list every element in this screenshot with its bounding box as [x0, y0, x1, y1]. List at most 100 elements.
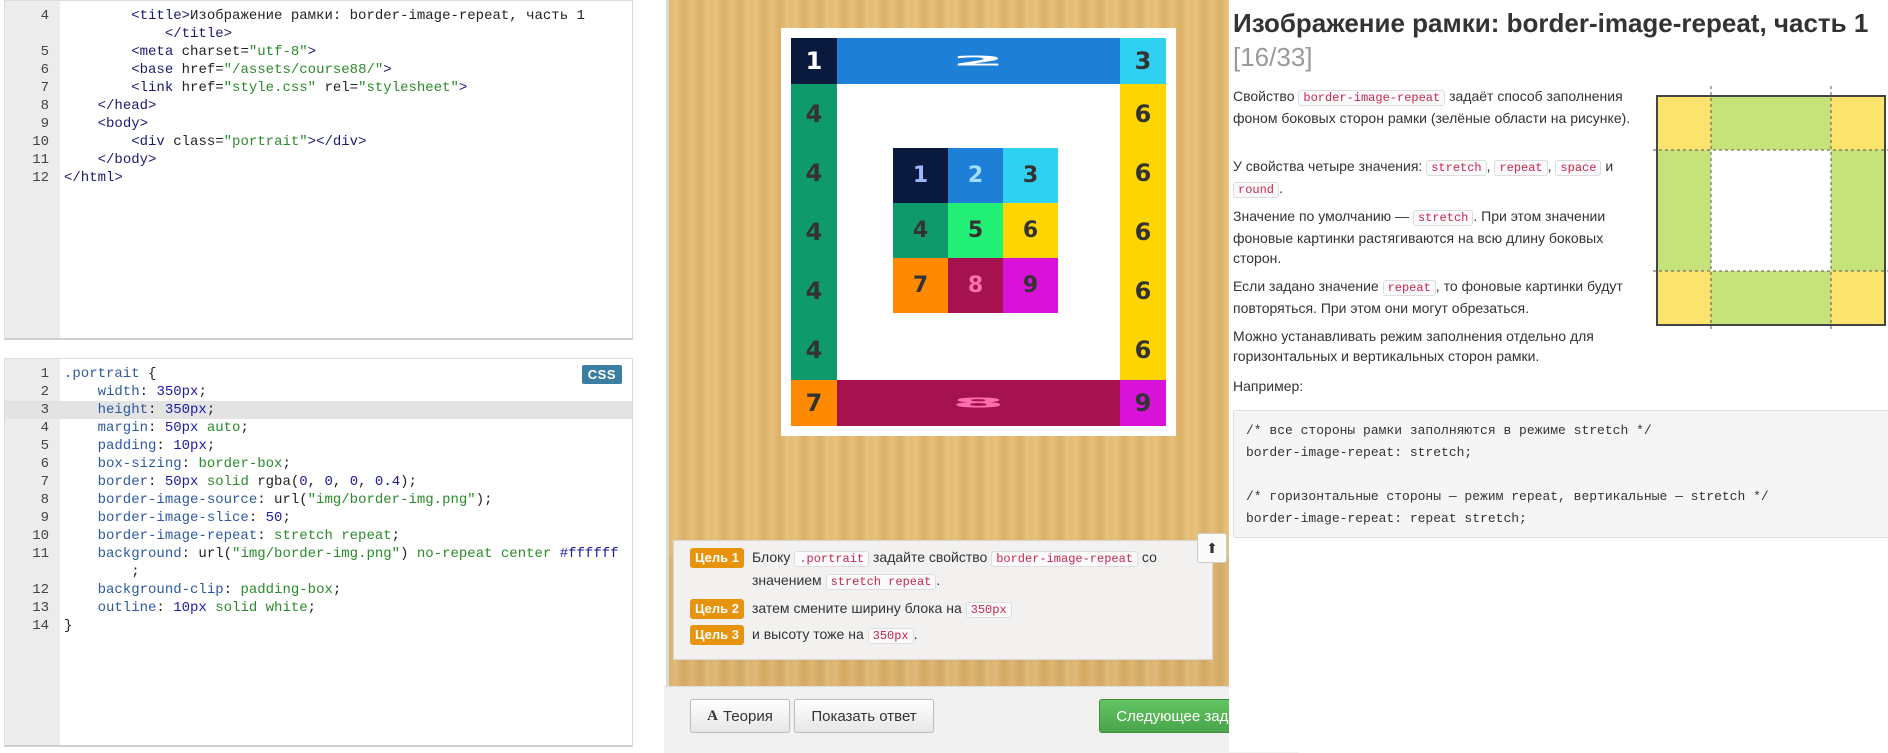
code-text[interactable]: }: [64, 617, 72, 635]
task-text: .: [913, 626, 918, 642]
task-text: задайте свойство: [873, 549, 988, 565]
code-comment: /* все стороны рамки заполняются в режим…: [1246, 423, 1652, 438]
code-line[interactable]: 10 <div class="portrait"></div>: [5, 133, 632, 151]
border-corner-top-right: 3: [1120, 38, 1166, 84]
task-text: Блоку: [751, 549, 791, 565]
theory-paragraph-6: Например:: [1233, 378, 1304, 394]
code-text[interactable]: <meta charset="utf-8">: [64, 43, 316, 61]
code-text[interactable]: <base href="/assets/course88/">: [64, 61, 391, 79]
code-line[interactable]: 12 background-clip: padding-box;: [5, 581, 632, 599]
code-line[interactable]: 10 border-image-repeat: stretch repeat;: [5, 527, 632, 545]
code-text[interactable]: <body>: [64, 115, 148, 133]
cell-label: 4: [805, 99, 823, 128]
code-line[interactable]: 7 <link href="style.css" rel="stylesheet…: [5, 79, 632, 97]
code-line[interactable]: 11 background: url("img/border-img.png")…: [5, 545, 632, 563]
line-number: 13: [32, 600, 49, 616]
code-line[interactable]: 5 <meta charset="utf-8">: [5, 43, 632, 61]
diagram-corner: [1831, 271, 1885, 325]
code-line[interactable]: 9 <body>: [5, 115, 632, 133]
code-snippet: stretch: [1412, 210, 1474, 226]
background-tile: 9: [1003, 258, 1058, 313]
code-snippet: repeat: [1382, 280, 1436, 296]
code-text[interactable]: margin: 50px auto;: [64, 419, 249, 437]
code-line[interactable]: 4 margin: 50px auto;: [5, 419, 632, 437]
cell-label: 6: [1134, 158, 1152, 187]
background-tile: 6: [1003, 203, 1058, 258]
line-number: 6: [40, 456, 49, 472]
task-1: Цель 1 Блоку .portrait задайте свойство b…: [690, 547, 1157, 593]
code-text[interactable]: </html>: [64, 169, 123, 187]
code-snippet: border-image-repeat: [991, 551, 1139, 567]
code-snippet: repeat: [1494, 160, 1548, 176]
border-top-edge: 2: [837, 38, 1120, 84]
code-text[interactable]: padding: 10px;: [64, 437, 216, 455]
code-text[interactable]: outline: 10px solid white;: [64, 599, 316, 617]
code-text[interactable]: border-image-slice: 50;: [64, 509, 291, 527]
code-line[interactable]: 13 outline: 10px solid white;: [5, 599, 632, 617]
code-text[interactable]: ;: [64, 563, 139, 581]
code-text[interactable]: <link href="style.css" rel="stylesheet">: [64, 79, 467, 97]
code-line[interactable]: 8 border-image-source: url("img/border-i…: [5, 491, 632, 509]
code-line[interactable]: 5 padding: 10px;: [5, 437, 632, 455]
background-tile: 2: [948, 148, 1003, 203]
code-text[interactable]: .portrait {: [64, 365, 156, 383]
code-snippet: 350px: [965, 602, 1012, 618]
show-answer-button[interactable]: Показать ответ: [794, 699, 934, 733]
line-number: 9: [40, 510, 49, 526]
line-number: 7: [40, 80, 49, 96]
cell-label: 4: [805, 158, 823, 187]
code-text[interactable]: </title>: [64, 25, 232, 43]
line-number: 11: [32, 546, 49, 562]
code-line[interactable]: 7 border: 50px solid rgba(0, 0, 0, 0.4);: [5, 473, 632, 491]
code-line[interactable]: 2 width: 350px;: [5, 383, 632, 401]
code-line[interactable]: 14}: [5, 617, 632, 635]
border-corner-bottom-left: 7: [791, 380, 837, 426]
code-snippet: 350px: [867, 628, 914, 644]
code-text[interactable]: height: 350px;: [64, 401, 216, 419]
task-text: затем смените ширину блока на: [751, 600, 962, 616]
portrait-background-image: 123456789: [893, 148, 1058, 313]
theory-panel: Изображение рамки: border-image-repeat, …: [1229, 0, 1888, 752]
code-text[interactable]: width: 350px;: [64, 383, 207, 401]
code-snippet: stretch: [1426, 160, 1487, 176]
code-line: border-image-repeat: stretch;: [1246, 445, 1473, 460]
code-text[interactable]: <title>Изображение рамки: border-image-r…: [64, 7, 585, 25]
code-text[interactable]: background-clip: padding-box;: [64, 581, 342, 599]
code-text[interactable]: border-image-source: url("img/border-img…: [64, 491, 493, 509]
border-right-tile: 6: [1120, 261, 1166, 321]
code-line[interactable]: 4 <title>Изображение рамки: border-image…: [5, 7, 632, 25]
code-line[interactable]: 3 height: 350px;: [5, 401, 632, 419]
code-line[interactable]: 1 .portrait {: [5, 365, 632, 383]
diagram-side: [1711, 96, 1831, 150]
theory-paragraph-2: У свойства четыре значения: stretch, rep…: [1233, 158, 1614, 198]
code-text[interactable]: box-sizing: border-box;: [64, 455, 291, 473]
code-text[interactable]: <div class="portrait"></div>: [64, 133, 366, 151]
code-line[interactable]: </title>: [5, 25, 632, 43]
task-text: со: [1141, 549, 1157, 565]
border-left-tile: 4: [791, 143, 837, 203]
code-text[interactable]: border-image-repeat: stretch repeat;: [64, 527, 400, 545]
code-text[interactable]: </head>: [64, 97, 157, 115]
code-line[interactable]: 8 </head>: [5, 97, 632, 115]
line-number: 8: [40, 492, 49, 508]
code-line[interactable]: 9 border-image-slice: 50;: [5, 509, 632, 527]
code-line[interactable]: 6 <base href="/assets/course88/">: [5, 61, 632, 79]
code-line[interactable]: 11 </body>: [5, 151, 632, 169]
scroll-up-button[interactable]: ⬆: [1197, 533, 1227, 563]
code-text[interactable]: background: url("img/border-img.png") no…: [64, 545, 619, 563]
code-text[interactable]: border: 50px solid rgba(0, 0, 0, 0.4);: [64, 473, 417, 491]
line-number: 2: [40, 384, 49, 400]
code-line[interactable]: 6 box-sizing: border-box;: [5, 455, 632, 473]
code-snippet: .portrait: [794, 551, 870, 567]
code-text[interactable]: </body>: [64, 151, 157, 169]
text: Если задано значение: [1233, 278, 1379, 294]
css-code-editor[interactable]: 1 .portrait {2 width: 350px; 3 height: 350…: [4, 358, 633, 747]
code-line[interactable]: 12 </html>: [5, 169, 632, 187]
theory-button[interactable]: A Теория: [690, 699, 790, 733]
code-line[interactable]: ;: [5, 563, 632, 581]
html-code-editor[interactable]: 4 <title>Изображение рамки: border-image…: [4, 0, 633, 340]
background-tile: 8: [948, 258, 1003, 313]
lesson-title: Изображение рамки: border-image-repeat, …: [1233, 8, 1869, 38]
text: У свойства четыре значения:: [1233, 158, 1423, 174]
text: и: [1605, 158, 1614, 174]
